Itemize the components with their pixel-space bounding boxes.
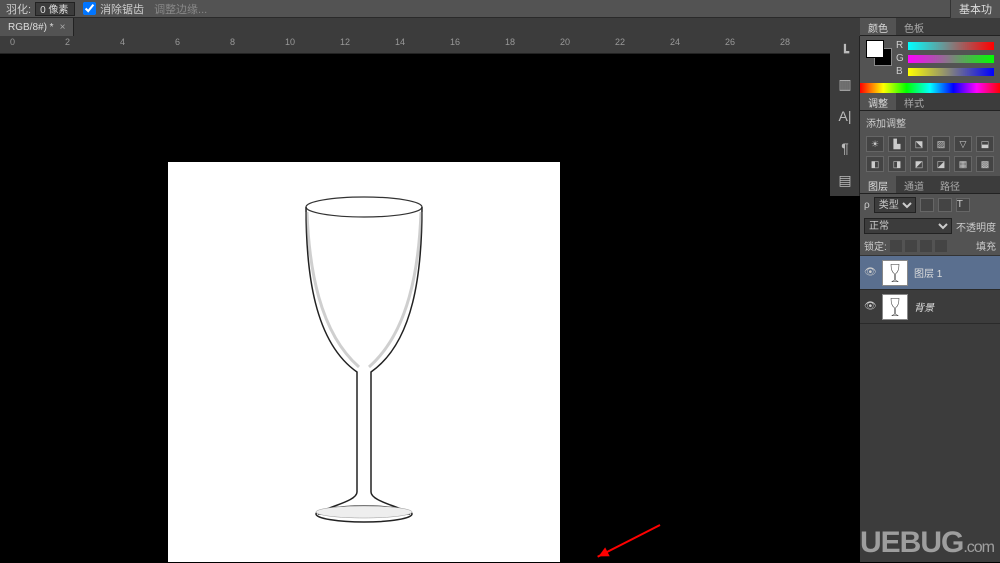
character-panel-icon[interactable]: A| — [830, 100, 860, 132]
r-slider[interactable] — [908, 42, 994, 50]
ruler-tick: 26 — [725, 37, 735, 47]
layer-thumbnail[interactable] — [882, 260, 908, 286]
document-tab[interactable]: RGB/8#) * × — [0, 18, 74, 36]
paragraph-panel-icon[interactable]: ¶ — [830, 132, 860, 164]
ruler-tick: 0 — [10, 37, 15, 47]
history-panel-icon[interactable]: ┗ — [830, 36, 860, 68]
antialias-checkbox[interactable] — [83, 2, 96, 15]
invert-icon[interactable]: ▩ — [976, 156, 994, 172]
add-adjustment-label: 添加调整 — [866, 115, 994, 130]
close-tab-icon[interactable]: × — [60, 22, 66, 33]
lock-row: 锁定: 填充 — [860, 236, 1000, 256]
lock-transparency-icon[interactable] — [890, 240, 902, 252]
exposure-icon[interactable]: ▨ — [932, 136, 950, 152]
r-label: R — [896, 40, 904, 51]
color-panel-tabs: 颜色 色板 — [860, 18, 1000, 36]
options-bar: 羽化: 0 像素 消除锯齿 调整边缘... — [0, 0, 1000, 18]
lock-pixels-icon[interactable] — [905, 240, 917, 252]
tab-paths[interactable]: 路径 — [932, 176, 968, 193]
feather-label: 羽化: — [6, 1, 31, 17]
tab-swatches[interactable]: 色板 — [896, 18, 932, 35]
blend-row: 正常 不透明度 — [860, 216, 1000, 236]
hue-sat-icon[interactable]: ◧ — [866, 156, 884, 172]
layer-name: 背景 — [914, 299, 934, 314]
curves-icon[interactable]: ⬔ — [910, 136, 928, 152]
ruler-tick: 18 — [505, 37, 515, 47]
ruler-tick: 8 — [230, 37, 235, 47]
brightness-icon[interactable]: ☀ — [866, 136, 884, 152]
layer-thumbnail[interactable] — [882, 294, 908, 320]
feather-input[interactable]: 0 像素 — [35, 2, 75, 16]
g-slider[interactable] — [908, 55, 994, 63]
adjust-panel-tabs: 调整 样式 — [860, 93, 1000, 111]
levels-icon[interactable]: ▙ — [888, 136, 906, 152]
layer-item-background[interactable]: 👁 背景 — [860, 290, 1000, 324]
tab-styles[interactable]: 样式 — [896, 93, 932, 110]
brush-panel-icon[interactable]: ▤ — [830, 164, 860, 196]
vibrance-icon[interactable]: ▽ — [954, 136, 972, 152]
channel-mixer-icon[interactable]: ◪ — [932, 156, 950, 172]
filter-icon[interactable]: ρ — [864, 200, 870, 211]
opacity-label: 不透明度 — [956, 219, 996, 234]
lock-all-icon[interactable] — [935, 240, 947, 252]
g-label: G — [896, 53, 904, 64]
collapsed-dock: ┗ ▥ A| ¶ ▤ — [830, 36, 860, 196]
lock-label: 锁定: — [864, 238, 887, 253]
right-panels: 颜色 色板 R G B 调整 样式 添加调整 ☀ ▙ ⬔ ▨ ▽ ⬓ ◧ ◨ ◩… — [860, 18, 1000, 562]
wineglass-image — [289, 192, 439, 532]
color-panel-body: R G B — [860, 36, 1000, 83]
tab-layers[interactable]: 图层 — [860, 176, 896, 193]
foreground-background-swatch[interactable] — [866, 40, 892, 66]
properties-panel-icon[interactable]: ▥ — [830, 68, 860, 100]
refine-edge-button[interactable]: 调整边缘... — [154, 1, 207, 17]
annotation-arrow — [597, 524, 660, 558]
ruler-tick: 24 — [670, 37, 680, 47]
layer-name: 图层 1 — [914, 265, 942, 280]
ruler-tick: 10 — [285, 37, 295, 47]
workspace-switcher[interactable]: 基本功 — [950, 0, 1000, 18]
adjust-panel-body: 添加调整 ☀ ▙ ⬔ ▨ ▽ ⬓ ◧ ◨ ◩ ◪ ▦ ▩ — [860, 111, 1000, 176]
ruler-tick: 28 — [780, 37, 790, 47]
fill-label: 填充 — [976, 238, 996, 253]
blend-mode-select[interactable]: 正常 — [864, 218, 952, 234]
b-label: B — [896, 66, 904, 77]
color-spectrum[interactable] — [860, 83, 1000, 93]
photo-filter-icon[interactable]: ◩ — [910, 156, 928, 172]
canvas-area[interactable] — [0, 54, 830, 562]
antialias-label: 消除锯齿 — [100, 1, 144, 17]
filter-opt-image[interactable] — [920, 198, 934, 212]
ruler-tick: 2 — [65, 37, 70, 47]
artboard — [168, 162, 560, 562]
ruler-tick: 16 — [450, 37, 460, 47]
ruler-horizontal: 0246810121416182022242628 — [0, 36, 830, 54]
foreground-color[interactable] — [866, 40, 884, 58]
layer-list: 👁 图层 1 👁 背景 — [860, 256, 1000, 562]
ruler-tick: 4 — [120, 37, 125, 47]
ruler-tick: 14 — [395, 37, 405, 47]
visibility-icon[interactable]: 👁 — [864, 267, 876, 278]
layer-filter-select[interactable]: 类型 — [874, 197, 916, 213]
visibility-icon[interactable]: 👁 — [864, 301, 876, 312]
tab-channels[interactable]: 通道 — [896, 176, 932, 193]
layer-filter-row: ρ 类型 T — [860, 194, 1000, 216]
tab-adjustments[interactable]: 调整 — [860, 93, 896, 110]
balance-icon[interactable]: ⬓ — [976, 136, 994, 152]
document-tabs: RGB/8#) * × — [0, 18, 1000, 36]
tab-color[interactable]: 颜色 — [860, 18, 896, 35]
lock-position-icon[interactable] — [920, 240, 932, 252]
b-slider[interactable] — [908, 68, 994, 76]
ruler-tick: 20 — [560, 37, 570, 47]
ruler-tick: 22 — [615, 37, 625, 47]
bw-icon[interactable]: ◨ — [888, 156, 906, 172]
document-tab-title: RGB/8#) * — [8, 22, 54, 33]
adjustment-presets: ☀ ▙ ⬔ ▨ ▽ ⬓ ◧ ◨ ◩ ◪ ▦ ▩ — [866, 136, 994, 172]
filter-opt-type[interactable]: T — [956, 198, 970, 212]
layer-item-1[interactable]: 👁 图层 1 — [860, 256, 1000, 290]
colorlookup-icon[interactable]: ▦ — [954, 156, 972, 172]
ruler-tick: 12 — [340, 37, 350, 47]
ruler-tick: 6 — [175, 37, 180, 47]
rgb-sliders: R G B — [896, 40, 994, 79]
layers-panel-tabs: 图层 通道 路径 — [860, 176, 1000, 194]
filter-opt-adjust[interactable] — [938, 198, 952, 212]
